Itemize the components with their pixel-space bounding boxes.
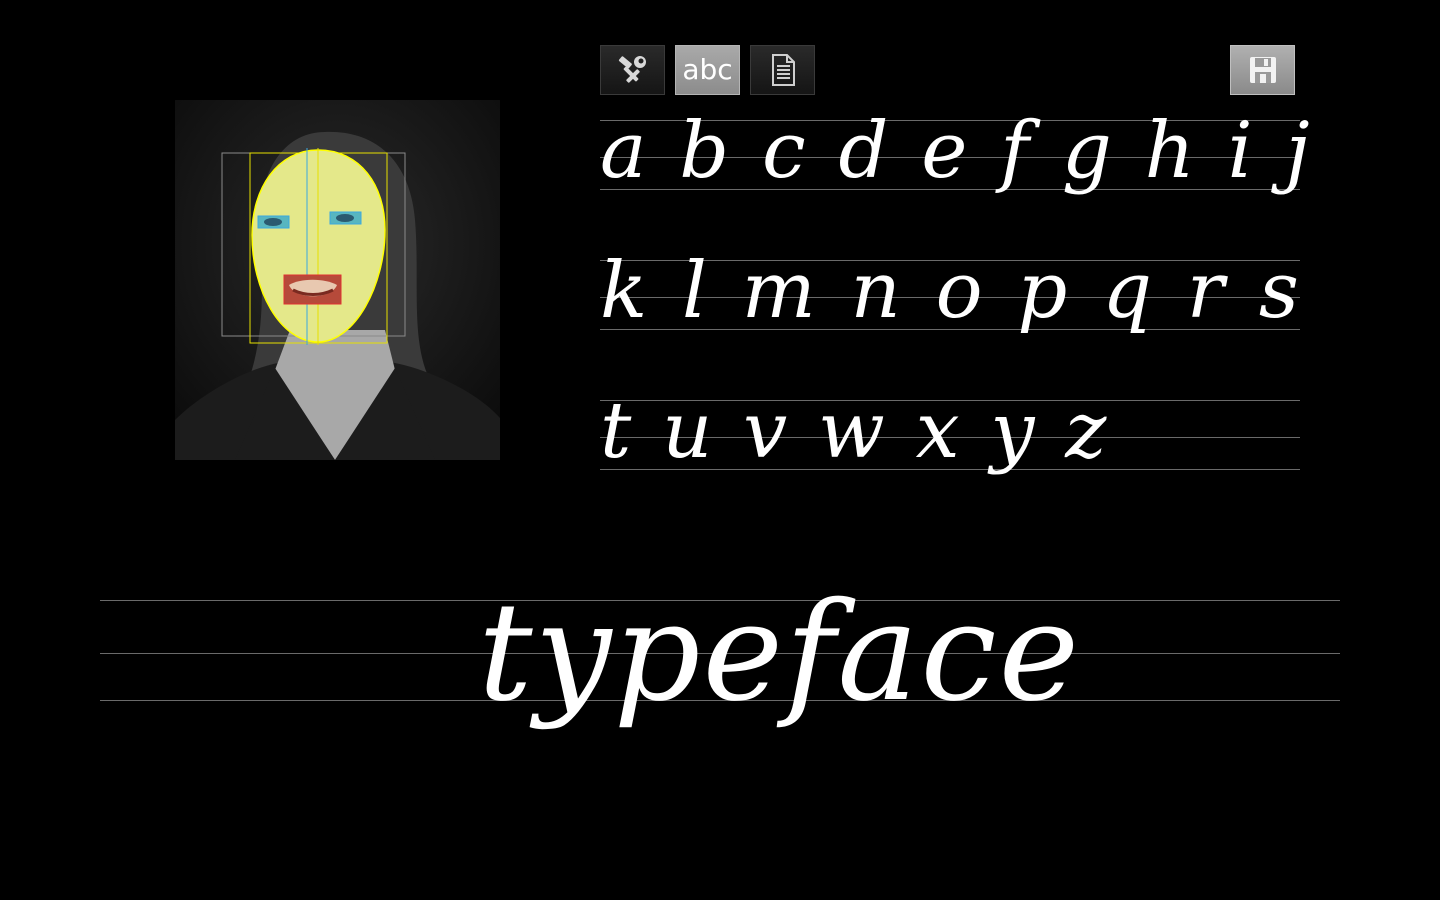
alphabet-row-3: t u v w x y z — [600, 386, 1110, 476]
save-button[interactable] — [1230, 45, 1295, 95]
save-icon — [1248, 55, 1278, 85]
abc-tab-button[interactable]: abc — [675, 45, 740, 95]
alphabet-row-2: k l m n o p q r s — [600, 246, 1304, 336]
tools-button[interactable] — [600, 45, 665, 95]
abc-label: abc — [682, 52, 733, 86]
document-button[interactable] — [750, 45, 815, 95]
alphabet-row-1: a b c d e f g h i j — [600, 106, 1314, 196]
sample-word: typeface — [478, 574, 1082, 732]
face-tracking-preview — [175, 100, 500, 460]
document-icon — [770, 54, 796, 86]
tools-icon — [616, 55, 650, 85]
